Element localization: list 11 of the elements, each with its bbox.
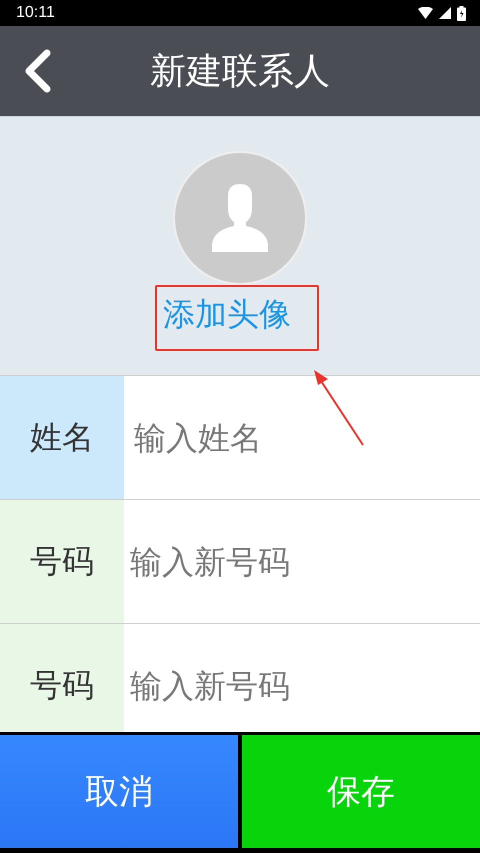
signal-icon: [439, 7, 451, 19]
cancel-button[interactable]: 取消: [0, 735, 238, 848]
battery-icon: [457, 6, 466, 20]
status-time: 10:11: [16, 4, 55, 22]
save-button[interactable]: 保存: [242, 735, 480, 848]
field-label: 号码: [0, 624, 124, 732]
field-label: 号码: [0, 500, 124, 623]
field-label: 姓名: [0, 376, 124, 499]
add-avatar-link[interactable]: 添加头像: [155, 285, 319, 351]
page-title: 新建联系人: [150, 50, 330, 94]
wifi-icon: [418, 7, 433, 19]
